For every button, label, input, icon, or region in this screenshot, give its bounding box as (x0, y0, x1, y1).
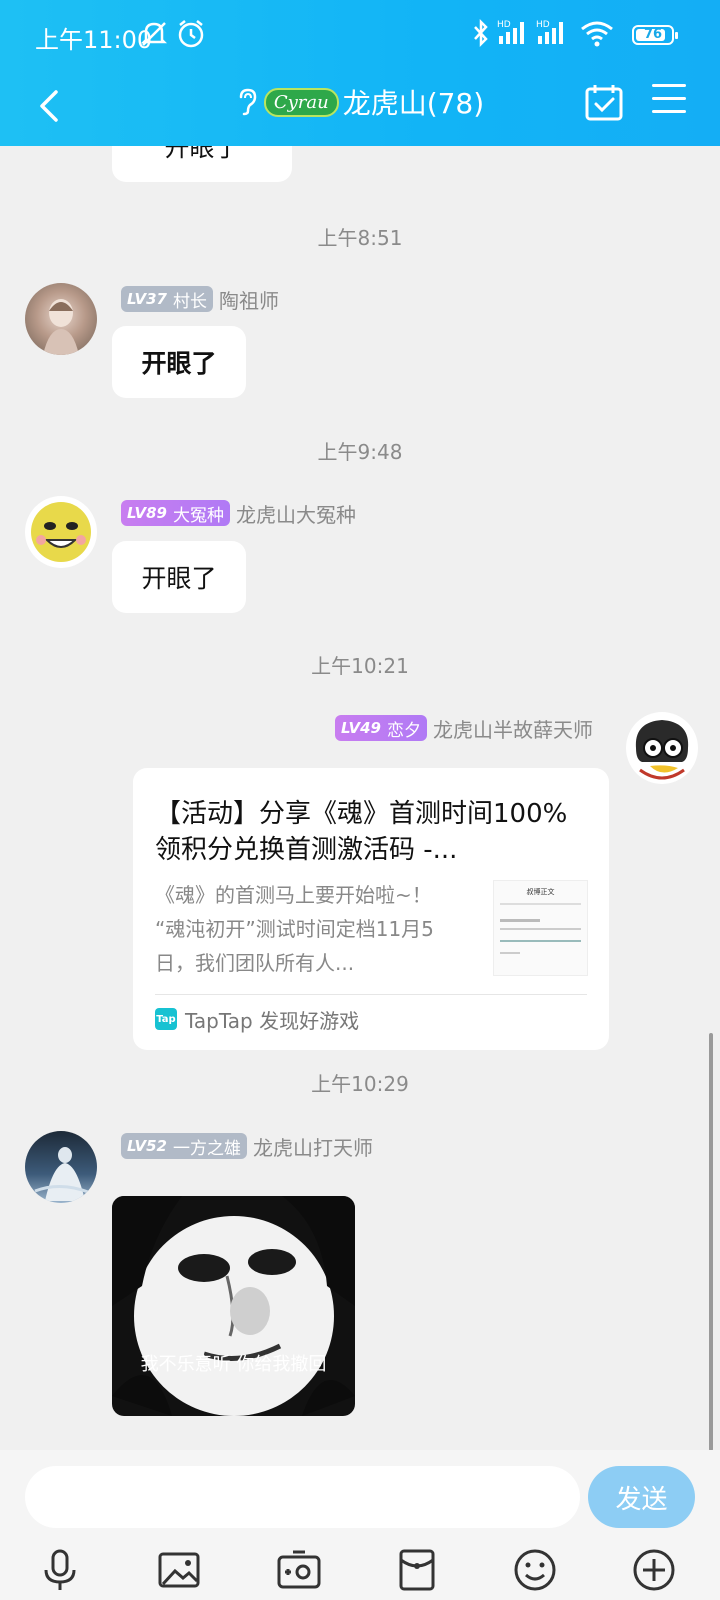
emoji-icon[interactable] (511, 1546, 559, 1594)
link-card-thumbnail: 叔博正文 (493, 880, 588, 976)
level-number: LV52 (127, 1137, 167, 1155)
avatar[interactable] (626, 712, 698, 784)
level-title: 村长 (172, 291, 207, 312)
avatar-image (635, 720, 689, 780)
level-badge: LV52 一方之雄 (121, 1133, 247, 1159)
sender-name[interactable]: 龙虎山大冤种 (236, 499, 356, 528)
level-badge: LV37 村长 (121, 286, 213, 312)
timestamp: 上午10:21 (311, 654, 409, 678)
top-bar: 上午11:00 HD HD 76 Cyrau 龙虎山(78) (0, 0, 720, 146)
input-area: 发送 (0, 1450, 720, 1600)
link-card-title: 【活动】分享《魂》首测时间100%领积分兑换首测激活码 -... (155, 799, 568, 865)
group-name: 龙虎山(78) (342, 87, 485, 120)
thumbnail-line (500, 940, 581, 942)
earpiece-icon (239, 88, 257, 116)
status-time: 上午11:00 (35, 26, 153, 54)
card-divider (155, 994, 587, 995)
alarm-icon (178, 20, 204, 48)
thumbnail-line (500, 928, 581, 930)
sender-line: LV89 大冤种 龙虎山大冤种 (121, 499, 356, 527)
status-bar: 上午11:00 HD HD 76 (0, 0, 720, 70)
battery-percent: 76 (643, 27, 663, 42)
message-bubble[interactable]: 开眼了 (112, 541, 246, 613)
level-number: LV37 (127, 290, 167, 308)
avatar-image (31, 502, 91, 562)
panda-meme-icon (112, 1196, 355, 1416)
avatar-image (34, 1147, 92, 1201)
level-title: 大冤种 (172, 505, 224, 526)
link-card[interactable]: 【活动】分享《魂》首测时间100%领积分兑换首测激活码 -... 《魂》的首测马… (133, 768, 609, 1050)
sender-line: LV49 恋夕 龙虎山半故薛天师 (335, 714, 593, 742)
timestamp: 上午9:48 (317, 440, 403, 464)
sticker-caption: 我不乐意听 你给我撤回 (140, 1354, 327, 1375)
link-card-description: 《魂》的首测马上要开始啦~！ “魂沌初开”测试时间定档11月5日，我们团队所有人… (155, 883, 434, 975)
message-bubble-partial[interactable]: 开眼了 (112, 146, 292, 182)
level-title: 恋夕 (387, 720, 421, 741)
avatar-image (43, 299, 79, 355)
camera-icon[interactable] (275, 1546, 323, 1594)
taptap-logo-icon: Tap (155, 1008, 177, 1030)
message-input[interactable] (25, 1466, 580, 1528)
scrollbar[interactable] (709, 1033, 713, 1450)
bluetooth-icon (474, 18, 488, 48)
calendar-check-button[interactable] (584, 82, 624, 122)
send-button[interactable]: 发送 (588, 1466, 695, 1528)
menu-icon-bar (652, 84, 686, 87)
message-text: 开眼了 (141, 564, 217, 593)
avatar[interactable] (25, 1131, 97, 1203)
level-number: LV49 (341, 719, 381, 737)
menu-button[interactable] (652, 84, 686, 114)
level-badge: LV89 大冤种 (121, 500, 230, 526)
avatar[interactable] (25, 283, 97, 355)
thumbnail-line (500, 903, 581, 905)
level-title: 一方之雄 (172, 1138, 241, 1159)
signal-1-icon (499, 22, 524, 44)
red-packet-icon[interactable] (393, 1546, 441, 1594)
sender-line: LV37 村长 陶祖师 (121, 285, 279, 313)
menu-icon-bar (652, 97, 686, 100)
thumbnail-line (500, 952, 520, 954)
message-list[interactable]: 开眼了 上午8:51 LV37 村长 陶祖师 开眼了 上午9:48 LV89 大冤种… (0, 146, 720, 1450)
mute-icon (140, 22, 168, 46)
sender-name[interactable]: 龙虎山半故薛天师 (433, 714, 593, 743)
message-text: 开眼了 (164, 146, 240, 162)
signal-2-icon (538, 22, 563, 44)
voice-icon[interactable] (36, 1546, 84, 1594)
timestamp: 上午8:51 (317, 226, 403, 250)
message-text: 开眼了 (141, 349, 217, 378)
message-bubble[interactable]: 开眼了 (112, 326, 246, 398)
plus-icon[interactable] (630, 1546, 678, 1594)
menu-icon-bar (652, 110, 686, 113)
level-number: LV89 (127, 504, 167, 522)
sender-name[interactable]: 龙虎山打天师 (253, 1132, 373, 1161)
level-badge: LV49 恋夕 (335, 715, 427, 741)
battery-icon: 76 (632, 25, 678, 45)
sender-name[interactable]: 陶祖师 (219, 285, 279, 314)
chat-header: Cyrau 龙虎山(78) (0, 70, 720, 146)
source-name: TapTap 发现好游戏 (185, 1008, 360, 1033)
timestamp: 上午10:29 (311, 1072, 409, 1096)
sticker-image[interactable]: 我不乐意听 你给我撤回 (112, 1196, 355, 1416)
avatar[interactable] (25, 496, 97, 568)
wifi-icon (581, 21, 613, 47)
thumbnail-line (500, 919, 540, 922)
link-card-source: Tap TapTap 发现好游戏 (155, 1004, 359, 1034)
image-icon[interactable] (155, 1546, 203, 1594)
sender-line: LV52 一方之雄 龙虎山打天师 (121, 1132, 373, 1160)
thumbnail-title: 叔博正文 (526, 888, 555, 896)
group-brand-badge: Cyrau (263, 87, 339, 117)
